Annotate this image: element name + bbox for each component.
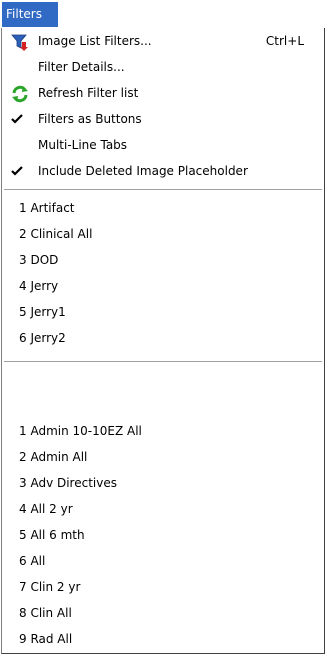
user-filter-item[interactable]: 2 Clinical All xyxy=(2,221,324,247)
user-filter-item[interactable]: 3 DOD xyxy=(2,247,324,273)
menu-item-label: 6 Jerry2 xyxy=(19,331,66,345)
menu-item-label: 1 Artifact xyxy=(19,201,75,215)
filters-dropdown-menu: Image List Filters... Ctrl+L Filter Deta… xyxy=(1,28,325,654)
shared-filter-item[interactable]: 9 Rad All xyxy=(2,626,324,652)
menu-item-label: 7 Clin 2 yr xyxy=(19,580,81,594)
user-filter-item[interactable]: 6 Jerry2 xyxy=(2,325,324,351)
shared-filter-item[interactable]: 1 Admin 10-10EZ All xyxy=(2,418,324,444)
menu-item-label: 2 Admin All xyxy=(19,450,88,464)
shared-filter-item[interactable]: 4 All 2 yr xyxy=(2,496,324,522)
shortcut-label: Ctrl+L xyxy=(265,34,304,48)
menu-separator xyxy=(4,361,322,365)
menu-item-label: 3 DOD xyxy=(19,253,59,267)
user-filter-item[interactable]: 5 Jerry1 xyxy=(2,299,324,325)
shared-filter-item[interactable]: 2 Admin All xyxy=(2,444,324,470)
menu-item-label: 1 Admin 10-10EZ All xyxy=(19,424,142,438)
menu-item-filters-as-buttons[interactable]: Filters as Buttons xyxy=(2,106,324,132)
menu-item-label: Multi-Line Tabs xyxy=(38,138,128,152)
checkmark-icon xyxy=(10,112,24,126)
checkmark-icon xyxy=(10,164,24,178)
shared-filter-item[interactable]: 3 Adv Directives xyxy=(2,470,324,496)
menu-item-refresh-filter-list[interactable]: Refresh Filter list xyxy=(2,80,324,106)
filters-menu-title[interactable]: Filters xyxy=(2,2,58,27)
shared-filter-item[interactable]: 6 All xyxy=(2,548,324,574)
menu-item-label: 6 All xyxy=(19,554,46,568)
menu-item-label: Refresh Filter list xyxy=(38,86,139,100)
filters-menu-screen: Filters Image List Filters... Ctrl+L Fil… xyxy=(0,0,327,656)
menu-item-label: Filters as Buttons xyxy=(38,112,142,126)
funnel-icon xyxy=(11,33,29,51)
menu-item-label: 9 Rad All xyxy=(19,632,73,646)
shared-filter-item[interactable]: 7 Clin 2 yr xyxy=(2,574,324,600)
user-filter-item[interactable]: 1 Artifact xyxy=(2,195,324,221)
menu-item-label: 5 Jerry1 xyxy=(19,305,66,319)
menu-item-filter-details[interactable]: Filter Details... xyxy=(2,54,324,80)
menu-item-label: 4 Jerry xyxy=(19,279,59,293)
menu-item-label: Filter Details... xyxy=(38,60,125,74)
menu-item-label: 8 Clin All xyxy=(19,606,72,620)
menu-item-label: 4 All 2 yr xyxy=(19,502,73,516)
menu-item-label: Include Deleted Image Placeholder xyxy=(38,164,248,178)
menu-separator xyxy=(4,189,322,193)
menu-item-label: 2 Clinical All xyxy=(19,227,93,241)
shared-filter-item[interactable]: 5 All 6 mth xyxy=(2,522,324,548)
menu-item-include-deleted-image-placeholder[interactable]: Include Deleted Image Placeholder xyxy=(2,158,324,184)
menu-item-label: Image List Filters... xyxy=(38,34,152,48)
menu-item-label: 3 Adv Directives xyxy=(19,476,117,490)
menu-item-label: 5 All 6 mth xyxy=(19,528,85,542)
refresh-icon xyxy=(11,85,29,103)
shared-filter-item[interactable]: 8 Clin All xyxy=(2,600,324,626)
user-filter-item[interactable]: 4 Jerry xyxy=(2,273,324,299)
menu-item-multi-line-tabs[interactable]: Multi-Line Tabs xyxy=(2,132,324,158)
menu-item-image-list-filters[interactable]: Image List Filters... Ctrl+L xyxy=(2,28,324,54)
